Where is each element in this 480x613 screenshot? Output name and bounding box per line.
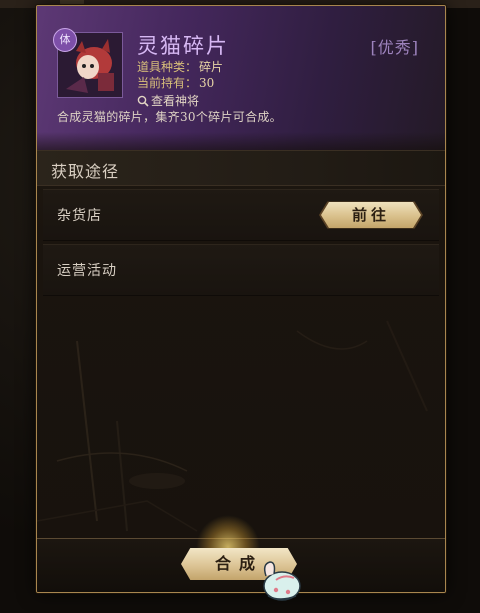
item-held: 当前持有： 30: [137, 74, 214, 91]
item-type-label: 道具种类：: [137, 60, 198, 74]
item-header: 体 灵猫碎片 [优秀] 道具种类： 碎片 当前持有： 30 查看神将 合成灵猫的碎片…: [37, 6, 445, 150]
source-row-general-store: 杂货店 前往: [43, 189, 439, 241]
item-name: 灵猫碎片: [137, 34, 229, 58]
item-type-value: 碎片: [199, 60, 224, 74]
sources-title: 获取途径: [51, 162, 120, 181]
background-artwork: [37, 320, 428, 532]
source-row-events: 运营活动: [43, 244, 439, 296]
goto-button[interactable]: 前往: [321, 202, 421, 228]
item-held-label: 当前持有：: [137, 76, 198, 90]
source-label: 杂货店: [57, 208, 102, 224]
item-held-value: 30: [199, 76, 215, 90]
search-icon: [137, 95, 149, 107]
item-detail-panel: 体 灵猫碎片 [优秀] 道具种类： 碎片 当前持有： 30 查看神将 合成灵猫的碎片…: [36, 5, 446, 593]
source-label: 运营活动: [57, 263, 117, 279]
fragment-badge-icon: 体: [53, 28, 77, 52]
item-description: 合成灵猫的碎片，集齐30个碎片可合成。: [57, 110, 282, 124]
view-hero-link[interactable]: 查看神将: [137, 92, 199, 109]
sources-header: 获取途径: [37, 150, 445, 186]
view-hero-label: 查看神将: [151, 94, 200, 108]
item-type: 道具种类： 碎片: [137, 58, 223, 75]
tap-hand-icon: [263, 561, 301, 601]
item-quality: [优秀]: [370, 38, 419, 57]
